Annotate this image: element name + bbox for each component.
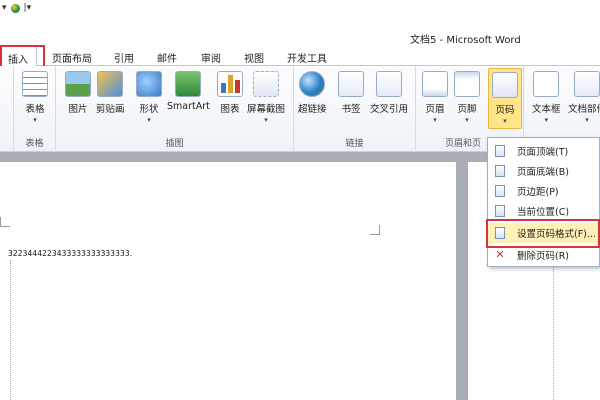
crop-mark: [0, 217, 10, 227]
page-number-dropdown: 页面顶端(T) 页面底端(B) 页边距(P) 当前位置(C) 设置页码格式(F)…: [487, 137, 600, 267]
shapes-icon: [136, 71, 162, 97]
menu-item-format-page-numbers[interactable]: 设置页码格式(F)...: [488, 223, 599, 243]
shapes-button[interactable]: 形状 ▾: [136, 71, 162, 125]
document-page[interactable]: 3223444223433333333333333.: [0, 162, 456, 400]
current-position-icon: [495, 205, 505, 217]
ribbon-tabs: 插入 页面布局 引用 邮件 审阅 视图 开发工具: [0, 46, 600, 67]
screenshot-button[interactable]: 屏幕截图 ▾: [247, 71, 285, 125]
tab-references[interactable]: 引用: [114, 50, 134, 65]
text-margin-guide: [10, 260, 11, 400]
group-pages: [0, 66, 14, 152]
page-margin-icon: [495, 185, 505, 197]
clipart-icon: [97, 71, 124, 97]
word-window: ▾ |▾ 文档5 - Microsoft Word 插入 页面布局 引用 邮件 …: [0, 0, 600, 400]
bookmark-button[interactable]: 书签: [338, 71, 364, 115]
customize-qat-icon[interactable]: |▾: [24, 3, 32, 13]
table-button[interactable]: 表格 ▾: [22, 71, 48, 125]
menu-item-remove-page-numbers[interactable]: ✕ 删除页码(R): [488, 245, 599, 265]
page-number-icon: [492, 72, 518, 98]
group-label-illustrations: 插图: [165, 139, 184, 149]
crop-mark: [370, 225, 380, 235]
format-page-number-icon: [495, 227, 505, 239]
tab-developer[interactable]: 开发工具: [287, 50, 327, 65]
group-illustrations: 图片 剪贴画 形状 ▾ SmartArt 图表 屏幕截图 ▾ 插图: [56, 66, 294, 152]
title-bar: ▾ |▾ 文档5 - Microsoft Word: [0, 0, 600, 46]
bookmark-icon: [338, 71, 364, 97]
tab-view[interactable]: 视图: [244, 50, 264, 65]
textbox-button[interactable]: 文本框 ▾: [532, 71, 561, 125]
menu-item-top-of-page[interactable]: 页面顶端(T): [488, 141, 599, 161]
quickparts-button[interactable]: 文档部件 ▾: [568, 71, 600, 125]
quickparts-icon: [574, 71, 600, 97]
menu-item-current-position[interactable]: 当前位置(C): [488, 201, 599, 221]
delete-x-icon: ✕: [495, 248, 505, 261]
chart-button[interactable]: 图表: [217, 71, 243, 115]
document-text[interactable]: 3223444223433333333333333.: [8, 249, 132, 258]
tab-insert[interactable]: 插入: [0, 46, 37, 67]
window-title: 文档5 - Microsoft Word: [410, 35, 521, 46]
hyperlink-globe-icon: [299, 71, 326, 97]
header-icon: [422, 71, 448, 97]
header-button[interactable]: 页眉 ▾: [422, 71, 448, 125]
crossref-icon: [376, 71, 402, 97]
page-number-button[interactable]: 页码 ▾: [488, 68, 522, 129]
hyperlink-button[interactable]: 超链接: [298, 71, 327, 115]
tab-review[interactable]: 审阅: [201, 50, 221, 65]
screenshot-icon: [253, 71, 279, 97]
clipart-button[interactable]: 剪贴画: [96, 71, 125, 115]
page-top-icon: [495, 145, 505, 157]
picture-icon: [65, 71, 91, 97]
group-label-links: 链接: [345, 139, 364, 149]
footer-icon: [454, 71, 480, 97]
tab-mailings[interactable]: 邮件: [157, 50, 177, 65]
smartart-icon: [175, 71, 202, 97]
text-margin-guide: [553, 260, 554, 400]
group-label-tables: 表格: [25, 139, 44, 149]
quick-access-toolbar: ▾ |▾: [0, 0, 31, 16]
picture-button[interactable]: 图片: [65, 71, 91, 115]
page-bottom-icon: [495, 165, 505, 177]
group-links: 超链接 书签 交叉引用 链接: [294, 66, 416, 152]
textbox-icon: [533, 71, 560, 97]
menu-item-bottom-of-page[interactable]: 页面底端(B): [488, 161, 599, 181]
table-icon: [22, 71, 48, 97]
undo-dropdown-icon[interactable]: ▾: [2, 3, 7, 13]
crossref-button[interactable]: 交叉引用: [370, 71, 408, 115]
menu-item-page-margins[interactable]: 页边距(P): [488, 181, 599, 201]
chart-icon: [217, 71, 243, 97]
smartart-button[interactable]: SmartArt: [167, 71, 210, 112]
group-tables: 表格 ▾ 表格: [14, 66, 56, 152]
footer-button[interactable]: 页脚 ▾: [454, 71, 480, 125]
word-logo-icon: [10, 3, 20, 13]
tab-page-layout[interactable]: 页面布局: [52, 50, 92, 65]
